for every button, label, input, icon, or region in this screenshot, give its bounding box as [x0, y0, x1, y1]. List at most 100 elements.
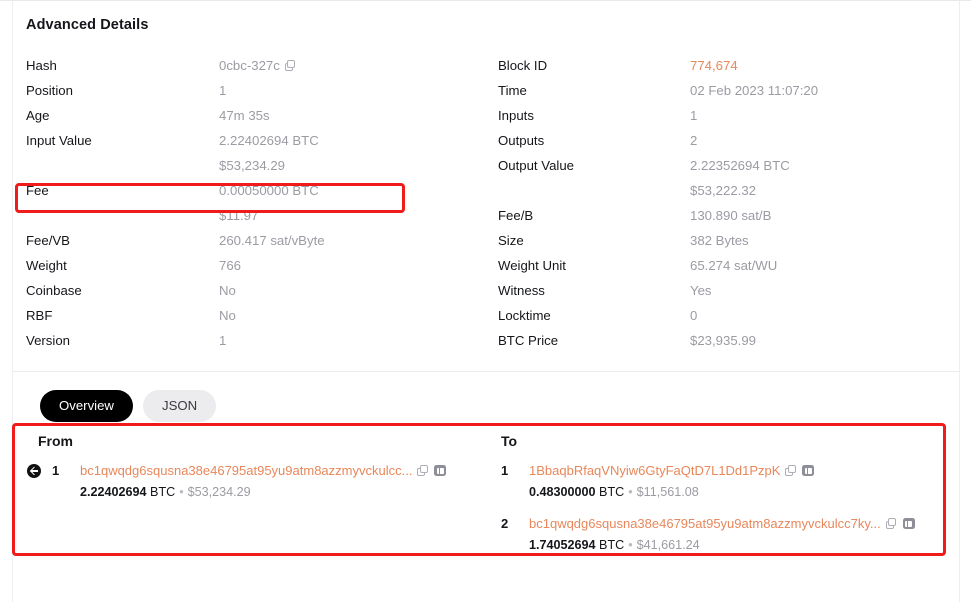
detail-row-fee-vb: Fee/VB 260.417 sat/vByte [26, 228, 486, 253]
detail-value: No [219, 278, 236, 303]
detail-value: 260.417 sat/vByte [219, 228, 325, 253]
to-amount-unit: BTC [599, 538, 625, 552]
detail-value-text: 1 [219, 83, 227, 98]
to-row-index: 2 [501, 516, 509, 531]
detail-value-text: 2.22402694 BTC [219, 133, 319, 148]
detail-value: 130.890 sat/B [690, 203, 771, 228]
detail-value-text: 2 [690, 133, 698, 148]
detail-value: 2.22352694 BTC [690, 153, 790, 178]
detail-value: 0cbc-327c [219, 53, 296, 78]
from-column: From 1 bc1qwqdg6squsna38e46795at95yu9atm8… [13, 433, 486, 568]
detail-value: $23,935.99 [690, 328, 756, 353]
detail-value-text: 774,674 [690, 58, 738, 73]
detail-row-rbf: RBF No [26, 303, 486, 328]
to-amount-btc: 0.48300000 [529, 485, 596, 499]
detail-subvalue-output-value: $53,222.32 [690, 183, 757, 198]
detail-value-text: 47m 35s [219, 108, 270, 123]
detail-value: 65.274 sat/WU [690, 253, 777, 278]
from-amount-fiat: $53,234.29 [187, 485, 251, 499]
tab-overview[interactable]: Overview [40, 390, 133, 422]
detail-value: 1 [690, 103, 697, 128]
detail-label: Fee [26, 183, 49, 198]
tab-json[interactable]: JSON [142, 390, 217, 422]
to-row-body: bc1qwqdg6squsna38e46795at95yu9atm8azzmyv… [501, 515, 959, 554]
detail-label: Locktime [498, 308, 551, 323]
detail-row-age: Age 47m 35s [26, 103, 486, 128]
detail-value: 382 Bytes [690, 228, 749, 253]
details-column-left: Hash 0cbc-327c Position 1 Age 47m 35s Input Va… [13, 53, 486, 353]
copy-icon[interactable] [284, 60, 296, 71]
detail-label: Hash [26, 58, 57, 73]
detail-value[interactable]: 774,674 [690, 53, 738, 78]
amount-separator: • [628, 485, 633, 499]
view-tabs: Overview JSON [40, 390, 217, 422]
detail-value-text: 130.890 sat/B [690, 208, 772, 223]
copy-icon[interactable] [417, 465, 428, 476]
detail-value-text: 766 [219, 258, 242, 273]
detail-value-text: 2.22352694 BTC [690, 158, 790, 173]
detail-label: Size [498, 233, 524, 248]
amount-separator: • [179, 485, 184, 499]
detail-value-text: 260.417 sat/vByte [219, 233, 325, 248]
to-amount-line: 1.74052694 BTC • $41,661.24 [529, 536, 959, 554]
detail-row-version: Version 1 [26, 328, 486, 353]
from-amount-line: 2.22402694 BTC • $53,234.29 [80, 483, 486, 501]
detail-row-size: Size 382 Bytes [498, 228, 959, 253]
detail-label: Coinbase [26, 283, 82, 298]
qr-code-icon[interactable] [802, 465, 815, 476]
from-row-index: 1 [52, 463, 60, 478]
section-divider [13, 371, 959, 372]
from-address-link[interactable]: bc1qwqdg6squsna38e46795at95yu9atm8azzmyv… [80, 463, 412, 478]
to-address-link[interactable]: bc1qwqdg6squsna38e46795at95yu9atm8azzmyv… [529, 516, 881, 531]
to-column: To 1 1BbaqbRfaqVNyiw6GtyFaQtD7L1Dd1PzpK 0.… [486, 433, 959, 568]
to-address-line: bc1qwqdg6squsna38e46795at95yu9atm8azzmyv… [529, 515, 959, 533]
detail-value: 0 [690, 303, 697, 328]
to-amount-line: 0.48300000 BTC • $11,561.08 [529, 483, 959, 501]
detail-label: Age [26, 108, 50, 123]
detail-value-text: 0cbc-327c [219, 58, 280, 73]
detail-row-position: Position 1 [26, 78, 486, 103]
detail-label: Version [26, 333, 70, 348]
to-amount-unit: BTC [599, 485, 625, 499]
detail-value-text: Yes [690, 283, 712, 298]
to-row-body: 1BbaqbRfaqVNyiw6GtyFaQtD7L1Dd1PzpK 0.4830… [501, 462, 959, 501]
detail-value-text: 02 Feb 2023 11:07:20 [690, 83, 819, 98]
detail-label: BTC Price [498, 333, 559, 348]
detail-value: 0.00050000 BTC [219, 178, 319, 203]
detail-value: Yes [690, 278, 712, 303]
from-amount-unit: BTC [150, 485, 176, 499]
detail-row-inputs: Inputs 1 [498, 103, 959, 128]
detail-label: Outputs [498, 133, 545, 148]
to-row: 2 bc1qwqdg6squsna38e46795at95yu9atm8azzmy… [501, 515, 959, 554]
detail-row-time: Time 02 Feb 2023 11:07:20 [498, 78, 959, 103]
detail-row-weight-unit: Weight Unit 65.274 sat/WU [498, 253, 959, 278]
detail-value-text: 1 [219, 333, 227, 348]
detail-row-locktime: Locktime 0 [498, 303, 959, 328]
inputs-outputs-section: From 1 bc1qwqdg6squsna38e46795at95yu9atm8… [13, 433, 959, 568]
qr-code-icon[interactable] [434, 465, 447, 476]
from-amount-btc: 2.22402694 [80, 485, 147, 499]
amount-separator: • [628, 538, 633, 552]
detail-label: Weight [26, 258, 67, 273]
detail-label: Input Value [26, 133, 92, 148]
detail-value-text: 1 [690, 108, 698, 123]
back-arrow-icon[interactable] [27, 464, 41, 478]
detail-row-weight: Weight 766 [26, 253, 486, 278]
to-address-link[interactable]: 1BbaqbRfaqVNyiw6GtyFaQtD7L1Dd1PzpK [529, 463, 780, 478]
detail-value-text: $23,935.99 [690, 333, 757, 348]
detail-row-block-id: Block ID 774,674 [498, 53, 959, 78]
detail-label: Weight Unit [498, 258, 566, 273]
details-grid: Hash 0cbc-327c Position 1 Age 47m 35s Input Va… [13, 53, 959, 353]
details-column-right: Block ID 774,674 Time 02 Feb 2023 11:07:20 I… [486, 53, 959, 353]
copy-icon[interactable] [785, 465, 796, 476]
detail-row-fee-b: Fee/B 130.890 sat/B [498, 203, 959, 228]
copy-icon[interactable] [885, 518, 897, 529]
to-amount-btc: 1.74052694 [529, 538, 596, 552]
qr-code-icon[interactable] [902, 518, 915, 529]
detail-value: 1 [219, 78, 226, 103]
detail-row-outputs: Outputs 2 [498, 128, 959, 153]
from-rows: 1 bc1qwqdg6squsna38e46795at95yu9atm8azzmy… [27, 462, 486, 501]
detail-value: No [219, 303, 236, 328]
detail-value: 2 [690, 128, 697, 153]
detail-label: Inputs [498, 108, 534, 123]
